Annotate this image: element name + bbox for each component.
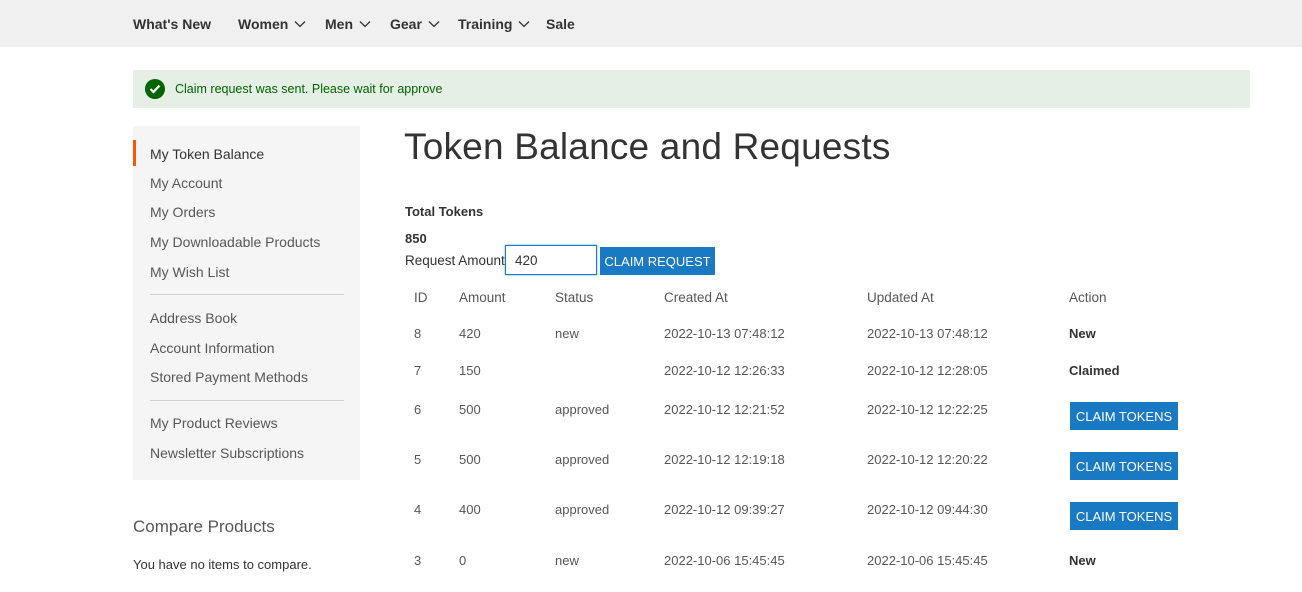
column-header-status: Status <box>555 290 594 305</box>
cell-id: 4 <box>414 502 422 517</box>
sidebar-item-account-information[interactable]: Account Information <box>150 340 275 356</box>
nav-item-women[interactable]: Women <box>238 16 306 32</box>
active-indicator <box>133 140 136 166</box>
column-header-id: ID <box>414 290 428 305</box>
column-header-updated-at: Updated At <box>867 290 934 305</box>
chevron-down-icon <box>428 20 440 28</box>
cell-id: 5 <box>414 452 422 467</box>
cell-status: approved <box>555 402 610 417</box>
cell-status: approved <box>555 502 610 517</box>
column-header-amount: Amount <box>459 290 506 305</box>
request-amount-input[interactable] <box>505 245 597 275</box>
cell-updated-at: 2022-10-13 07:48:12 <box>867 326 988 341</box>
success-message: Claim request was sent. Please wait for … <box>133 70 1250 108</box>
sidebar-item-my-downloadable-products[interactable]: My Downloadable Products <box>150 234 320 250</box>
cell-status: approved <box>555 452 610 467</box>
cell-created-at: 2022-10-12 12:19:18 <box>664 452 785 467</box>
cell-amount: 420 <box>459 326 481 341</box>
cell-created-at: 2022-10-12 12:21:52 <box>664 402 785 417</box>
cell-amount: 500 <box>459 402 481 417</box>
nav-item-label: Sale <box>546 16 575 32</box>
total-tokens-value: 850 <box>405 231 427 246</box>
cell-status: new <box>555 553 579 568</box>
cell-updated-at: 2022-10-12 09:44:30 <box>867 502 988 517</box>
cell-updated-at: 2022-10-12 12:22:25 <box>867 402 988 417</box>
nav-item-label: What's New <box>133 16 212 32</box>
cell-updated-at: 2022-10-12 12:28:05 <box>867 363 988 378</box>
nav-item-label: Gear <box>390 16 422 32</box>
cell-amount: 500 <box>459 452 481 467</box>
column-header-created-at: Created At <box>664 290 728 305</box>
sidebar-item-my-orders[interactable]: My Orders <box>150 204 215 220</box>
claim-tokens-button[interactable]: CLAIM TOKENS <box>1070 502 1178 530</box>
cell-action-text: Claimed <box>1069 363 1120 378</box>
cell-created-at: 2022-10-12 12:26:33 <box>664 363 785 378</box>
nav-item-training[interactable]: Training <box>458 16 530 32</box>
cell-updated-at: 2022-10-06 15:45:45 <box>867 553 988 568</box>
cell-id: 3 <box>414 553 422 568</box>
cell-created-at: 2022-10-13 07:48:12 <box>664 326 785 341</box>
cell-id: 6 <box>414 402 422 417</box>
cell-action-text: New <box>1069 326 1096 341</box>
nav-item-sale[interactable]: Sale <box>546 16 575 32</box>
nav-item-label: Women <box>238 16 289 32</box>
cell-amount: 150 <box>459 363 481 378</box>
sidebar-item-address-book[interactable]: Address Book <box>150 310 237 326</box>
compare-products-title: Compare Products <box>133 517 275 536</box>
check-circle-icon <box>145 79 165 99</box>
cell-created-at: 2022-10-12 09:39:27 <box>664 502 785 517</box>
nav-item-whats-new[interactable]: What's New <box>133 16 211 32</box>
claim-request-button[interactable]: CLAIM REQUEST <box>600 247 715 275</box>
sidebar-item-stored-payment-methods[interactable]: Stored Payment Methods <box>150 369 308 385</box>
compare-empty-text: You have no items to compare. <box>133 557 312 572</box>
sidebar-divider <box>150 400 344 401</box>
nav-item-gear[interactable]: Gear <box>390 16 440 32</box>
top-navigation: What's New Women Men Gear Training Sale <box>0 0 1302 47</box>
sidebar-item-my-account[interactable]: My Account <box>150 175 222 191</box>
total-tokens-label: Total Tokens <box>405 204 484 219</box>
sidebar-item-newsletter-subscriptions[interactable]: Newsletter Subscriptions <box>150 445 304 461</box>
cell-action-text: New <box>1069 553 1096 568</box>
sidebar-divider <box>150 294 344 295</box>
sidebar-item-my-token-balance[interactable]: My Token Balance <box>150 146 264 162</box>
chevron-down-icon <box>518 20 530 28</box>
nav-item-label: Men <box>325 16 353 32</box>
column-header-action: Action <box>1069 290 1107 305</box>
chevron-down-icon <box>359 20 371 28</box>
nav-item-men[interactable]: Men <box>325 16 371 32</box>
cell-amount: 0 <box>459 553 467 568</box>
cell-updated-at: 2022-10-12 12:20:22 <box>867 452 988 467</box>
cell-created-at: 2022-10-06 15:45:45 <box>664 553 785 568</box>
cell-id: 8 <box>414 326 422 341</box>
chevron-down-icon <box>294 20 306 28</box>
account-sidebar: My Token Balance My Account My Orders My… <box>133 126 360 480</box>
claim-tokens-button[interactable]: CLAIM TOKENS <box>1070 452 1178 480</box>
sidebar-item-my-product-reviews[interactable]: My Product Reviews <box>150 415 278 431</box>
nav-item-label: Training <box>458 16 513 32</box>
cell-id: 7 <box>414 363 422 378</box>
sidebar-item-my-wish-list[interactable]: My Wish List <box>150 264 229 280</box>
cell-status: new <box>555 326 579 341</box>
page-title: Token Balance and Requests <box>404 126 891 167</box>
claim-tokens-button[interactable]: CLAIM TOKENS <box>1070 402 1178 430</box>
request-amount-label: Request Amount <box>405 253 505 268</box>
cell-amount: 400 <box>459 502 481 517</box>
success-message-text: Claim request was sent. Please wait for … <box>175 82 443 96</box>
